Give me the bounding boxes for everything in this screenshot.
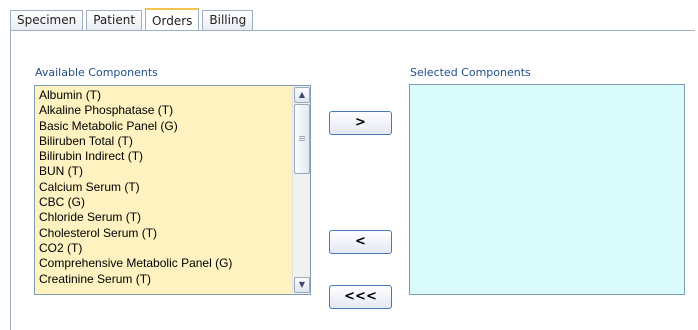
scroll-thumb[interactable] xyxy=(294,104,310,174)
list-item[interactable]: Basic Metabolic Panel (G) xyxy=(39,119,291,134)
remove-component-button[interactable]: < xyxy=(329,230,392,254)
grip-line-icon xyxy=(299,136,305,137)
tab-billing[interactable]: Billing xyxy=(202,10,254,30)
list-item[interactable]: Cholesterol Serum (T) xyxy=(39,226,291,241)
list-item[interactable]: Bilirubin Indirect (T) xyxy=(39,149,291,164)
selected-components-list[interactable] xyxy=(409,84,685,295)
list-item[interactable]: CBC (G) xyxy=(39,195,291,210)
remove-all-components-button[interactable]: <<< xyxy=(329,285,392,309)
available-components-label: Available Components xyxy=(35,66,158,79)
tab-orders[interactable]: Orders xyxy=(145,8,200,30)
list-item[interactable]: Comprehensive Metabolic Panel (G) xyxy=(39,256,291,271)
tab-bar: Specimen Patient Orders Billing xyxy=(10,8,256,30)
selected-components-label: Selected Components xyxy=(410,66,531,79)
grip-line-icon xyxy=(299,140,305,141)
scroll-down-icon[interactable]: ▼ xyxy=(294,277,310,293)
available-items: Albumin (T) Alkaline Phosphatase (T) Basic… xyxy=(39,88,291,287)
list-scrollbar[interactable]: ▲ ▼ xyxy=(292,86,310,294)
add-component-button[interactable]: > xyxy=(329,111,392,135)
list-item[interactable]: Creatinine Serum (T) xyxy=(39,272,291,287)
list-item[interactable]: Calcium Serum (T) xyxy=(39,180,291,195)
list-item[interactable]: Albumin (T) xyxy=(39,88,291,103)
tab-patient[interactable]: Patient xyxy=(86,10,143,30)
grip-line-icon xyxy=(299,138,305,139)
list-item[interactable]: Chloride Serum (T) xyxy=(39,210,291,225)
list-item[interactable]: Alkaline Phosphatase (T) xyxy=(39,103,291,118)
list-item[interactable]: BUN (T) xyxy=(39,164,291,179)
list-item[interactable]: CO2 (T) xyxy=(39,241,291,256)
tab-specimen[interactable]: Specimen xyxy=(10,10,84,30)
scroll-up-icon[interactable]: ▲ xyxy=(294,87,310,103)
list-item[interactable]: Biliruben Total (T) xyxy=(39,134,291,149)
available-components-list[interactable]: Albumin (T) Alkaline Phosphatase (T) Basic… xyxy=(34,85,311,295)
